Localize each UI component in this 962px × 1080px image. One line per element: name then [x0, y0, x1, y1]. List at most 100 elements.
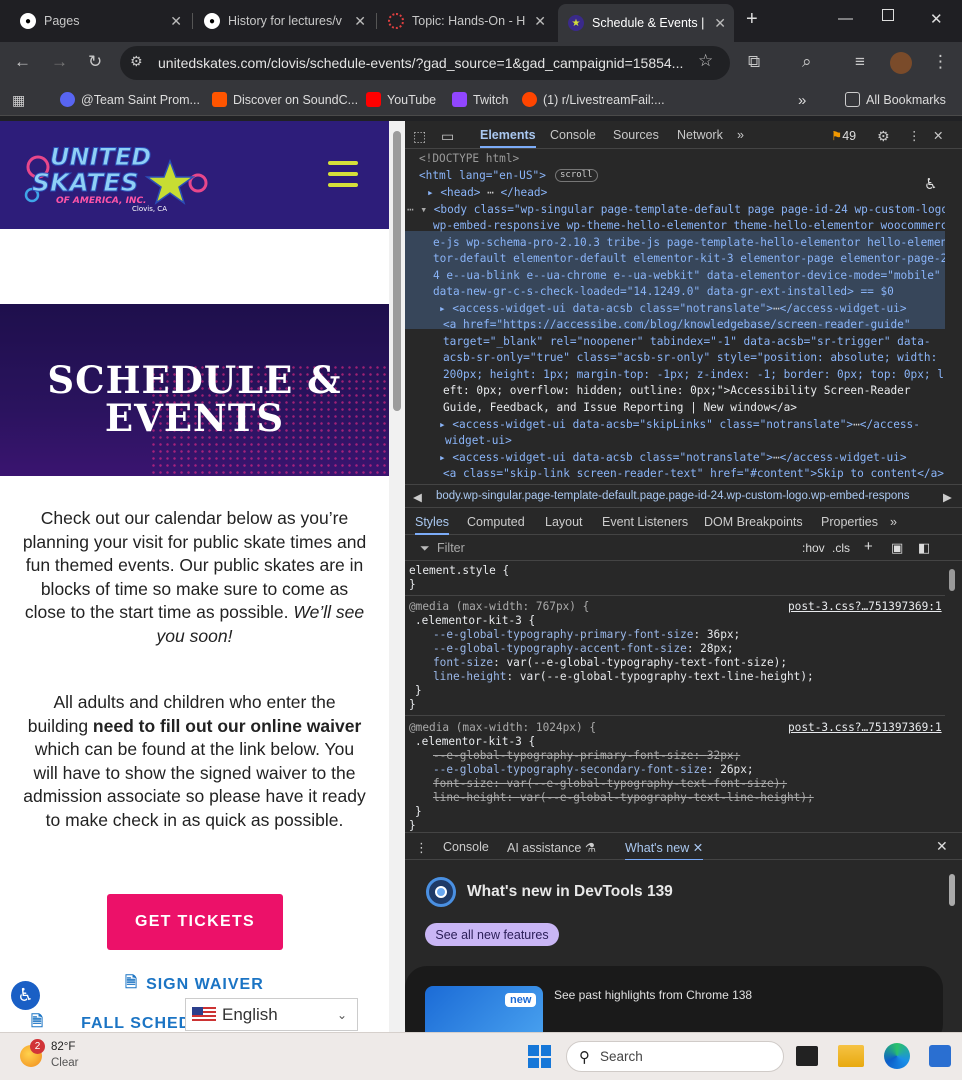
tab-search-icon[interactable]: ⌕	[802, 52, 812, 72]
tab-computed[interactable]: Computed	[467, 515, 525, 529]
dom-line[interactable]: Guide, Feedback, and Issue Reporting | N…	[443, 400, 797, 417]
weather-condition[interactable]: Clear	[51, 1057, 78, 1069]
sidebar-toggle-icon[interactable]: ◧	[918, 540, 930, 556]
breadcrumb[interactable]: ◀ body.wp-singular.page-template-default…	[405, 484, 962, 508]
tab-pages[interactable]: ● Pages ✕	[10, 6, 190, 36]
drawer-tab-console[interactable]: Console	[443, 840, 489, 854]
weather-temp[interactable]: 82°F	[51, 1041, 75, 1053]
close-devtools-icon[interactable]: ✕	[933, 128, 943, 143]
menu-dots-icon[interactable]: ⋮	[908, 128, 921, 143]
style-property-overridden[interactable]: --e-global-typography-primary-font-size:…	[433, 749, 740, 763]
dom-line[interactable]: data-new-gr-c-s-check-loaded="14.1249.0"…	[433, 284, 894, 301]
back-icon[interactable]: ←	[14, 52, 31, 72]
drawer-scrollbar[interactable]	[947, 862, 957, 1032]
url-text[interactable]: unitedskates.com/clovis/schedule-events/…	[158, 55, 683, 71]
windows-start-icon[interactable]	[528, 1045, 551, 1068]
taskbar-search[interactable]: ⚲ Search	[566, 1041, 784, 1072]
minimize-icon[interactable]: —	[838, 10, 853, 27]
dom-line[interactable]: ▸ <access-widget-ui data-acsb class="not…	[439, 301, 907, 318]
dom-line[interactable]: tor-default elementor-default elementor-…	[433, 251, 945, 268]
dom-line[interactable]: e-js wp-schema-pro-2.10.3 tribe-js page-…	[433, 235, 945, 252]
maximize-icon[interactable]	[882, 9, 894, 21]
bookmark-discord[interactable]: @Team Saint Prom...	[60, 92, 200, 107]
styles-filter-input[interactable]: Filter	[437, 541, 465, 555]
forward-icon[interactable]: →	[51, 52, 68, 72]
source-link[interactable]: post-3.css?…751397369:1	[788, 721, 942, 735]
close-icon[interactable]: ✕	[714, 15, 726, 32]
dom-line[interactable]: 200px; height: 1px; margin-top: -1px; z-…	[443, 367, 944, 384]
dom-line[interactable]: acsb-sr-only="true" class="acsb-sr-only"…	[443, 350, 937, 367]
tab-styles[interactable]: Styles	[415, 515, 450, 535]
drawer-tab-ai-assistance[interactable]: AI assistance ⚗	[507, 840, 596, 855]
tab-schedule-events[interactable]: ★ Schedule & Events | ✕	[558, 4, 734, 42]
tab-topic[interactable]: Topic: Hands-On - H ✕	[378, 6, 554, 36]
tab-elements[interactable]: Elements	[480, 128, 536, 148]
dom-line[interactable]: <html lang="en-US">	[419, 168, 546, 185]
style-property-overridden[interactable]: font-size: var(--e-global-typography-tex…	[433, 777, 787, 791]
hamburger-menu-icon[interactable]	[328, 161, 358, 187]
cls-toggle[interactable]: .cls	[832, 541, 850, 555]
sign-waiver-link[interactable]: 🗎 SIGN WAIVER	[125, 972, 264, 997]
tab-properties[interactable]: Properties	[821, 515, 878, 529]
file-explorer-icon[interactable]	[838, 1045, 864, 1067]
drawer-menu-icon[interactable]: ⋮	[415, 840, 428, 856]
dom-line[interactable]: <a class="skip-link screen-reader-text" …	[443, 466, 944, 483]
dom-line[interactable]: <a href="https://accessibe.com/blog/know…	[443, 317, 911, 334]
style-property[interactable]: --e-global-typography-primary-font-size:…	[433, 628, 740, 642]
bookmark-twitch[interactable]: Twitch	[452, 92, 508, 107]
all-bookmarks[interactable]: All Bookmarks	[845, 92, 946, 107]
element-style-rule[interactable]: element.style {	[409, 564, 509, 578]
new-tab-icon[interactable]: +	[746, 8, 758, 31]
styles-scrollbar[interactable]	[947, 561, 957, 829]
dom-line[interactable]: wp-embed-responsive wp-theme-hello-eleme…	[433, 218, 945, 235]
bookmark-star-icon[interactable]: ☆	[698, 51, 713, 71]
united-skates-logo[interactable]: UNITED SKATES OF AMERICA, INC. Clovis, C…	[20, 139, 210, 213]
dom-line[interactable]: 4 e--ua-blink e--ua-chrome e--ua-webkit"…	[433, 268, 941, 285]
get-tickets-button[interactable]: GET TICKETS	[107, 894, 283, 950]
more-bookmarks-icon[interactable]: »	[798, 92, 806, 109]
bookmark-youtube[interactable]: YouTube	[366, 92, 436, 107]
profile-avatar[interactable]	[890, 52, 912, 74]
store-icon[interactable]	[929, 1045, 951, 1067]
close-icon[interactable]: ✕	[534, 13, 546, 30]
tab-history[interactable]: ● History for lectures/v ✕	[194, 6, 374, 36]
dom-tree[interactable]: <!DOCTYPE html> <html lang="en-US"> scro…	[405, 149, 945, 483]
accessibility-icon[interactable]: ♿	[11, 981, 40, 1010]
settings-gear-icon[interactable]: ⚙	[877, 128, 890, 145]
close-icon[interactable]: ✕	[170, 13, 182, 30]
dom-line[interactable]: ▸ <access-widget-ui data-acsb class="not…	[439, 450, 907, 467]
more-tabs-icon[interactable]: »	[890, 515, 897, 529]
site-info-icon[interactable]: ⚙	[130, 53, 143, 70]
style-property-overridden[interactable]: line-height: var(--e-global-typography-t…	[433, 791, 814, 805]
issues-badge[interactable]: ⚑49	[831, 128, 856, 143]
tab-layout[interactable]: Layout	[545, 515, 583, 529]
paint-icon[interactable]: ▣	[891, 540, 903, 556]
extensions-icon[interactable]: ⧉	[748, 52, 760, 72]
scroll-badge[interactable]: scroll	[555, 169, 598, 182]
hov-toggle[interactable]: :hov	[802, 541, 825, 555]
bookmark-soundcloud[interactable]: Discover on SoundC...	[212, 92, 358, 107]
close-drawer-icon[interactable]: ✕	[936, 838, 948, 855]
style-property[interactable]: line-height: var(--e-global-typography-t…	[433, 670, 814, 684]
style-property[interactable]: --e-global-typography-secondary-font-siz…	[433, 763, 754, 777]
add-rule-icon[interactable]: +	[864, 538, 873, 555]
rule-selector[interactable]: .elementor-kit-3 {	[415, 614, 535, 628]
tab-network[interactable]: Network	[677, 128, 723, 142]
tab-console[interactable]: Console	[550, 128, 596, 142]
language-select[interactable]: English ⌄	[185, 998, 358, 1031]
media-icon[interactable]: ≡	[855, 52, 865, 72]
device-toolbar-icon[interactable]: ▭	[441, 128, 454, 145]
drawer-tab-whats-new[interactable]: What's new ✕	[625, 840, 704, 861]
dom-line[interactable]: <!DOCTYPE html>	[419, 151, 519, 168]
dom-line[interactable]: eft: 0px; overflow: hidden; outline: 0px…	[443, 383, 911, 400]
dom-line[interactable]: target="_blank" rel="noopener" tabindex=…	[443, 334, 931, 351]
accessibility-tree-icon[interactable]: ♿	[924, 175, 937, 193]
reload-icon[interactable]: ↻	[88, 52, 102, 72]
more-tabs-icon[interactable]: »	[737, 128, 744, 142]
dom-line[interactable]: ⋯ ▾ <body class="wp-singular page-templa…	[407, 202, 945, 219]
styles-rules[interactable]: element.style { } @media (max-width: 767…	[405, 561, 945, 831]
apps-grid-icon[interactable]: ▦	[12, 92, 25, 109]
tab-event-listeners[interactable]: Event Listeners	[602, 515, 688, 529]
dom-line[interactable]: ▸ <access-widget-ui data-acsb="skipLinks…	[439, 417, 920, 434]
close-icon[interactable]: ✕	[354, 13, 366, 30]
